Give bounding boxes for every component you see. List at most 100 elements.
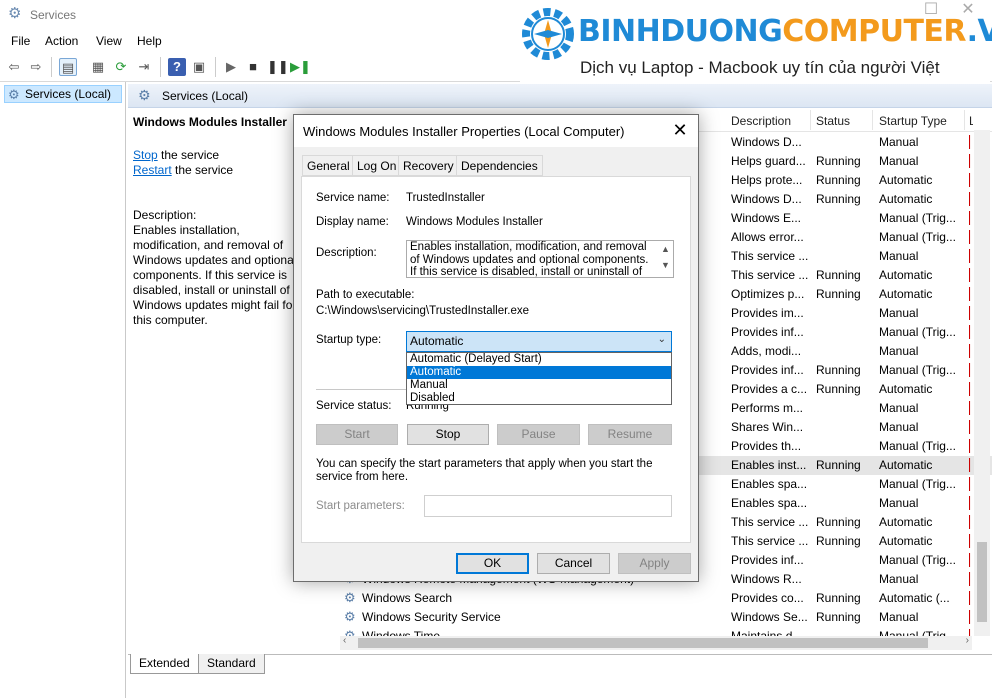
properties-icon[interactable]: ▣	[190, 58, 208, 76]
menu-help[interactable]: Help	[137, 34, 162, 48]
service-description: Helps guard...	[731, 154, 806, 168]
tab-log-on[interactable]: Log On	[352, 155, 402, 176]
service-description: Allows error...	[731, 230, 804, 244]
properties-sheet-icon[interactable]: ▦	[89, 58, 107, 76]
log-on-edge: ▏	[969, 154, 973, 168]
service-startup-type: Manual (Trig...	[879, 363, 956, 377]
start-service-icon[interactable]: ▶	[222, 58, 240, 76]
service-status: Running	[816, 173, 861, 187]
resume-button[interactable]: Resume	[588, 424, 672, 445]
service-description: Adds, modi...	[731, 344, 802, 358]
service-description: This service ...	[731, 249, 809, 263]
option-automatic-delayed[interactable]: Automatic (Delayed Start)	[407, 353, 671, 366]
logo-tagline: Dịch vụ Laptop - Macbook uy tín của ngườ…	[580, 58, 940, 77]
description-textbox[interactable]: Enables installation, modification, and …	[406, 240, 674, 278]
tab-extended[interactable]: Extended	[130, 654, 199, 674]
dialog-close-icon[interactable]: ✕	[670, 120, 690, 141]
pause-service-icon[interactable]: ❚❚	[267, 58, 289, 76]
restart-action: Restart the service	[133, 163, 234, 177]
start-button[interactable]: Start	[316, 424, 398, 445]
column-log-on-as[interactable]: L	[969, 114, 973, 128]
column-status[interactable]: Status	[816, 114, 850, 128]
console-tree: ⚙ Services (Local)	[0, 82, 126, 698]
service-startup-type: Automatic (...	[879, 591, 950, 605]
service-startup-type: Automatic	[879, 192, 933, 206]
description-text: Enables installation, modification, and …	[133, 223, 297, 327]
gear-compass-logo-icon	[522, 8, 574, 60]
back-arrow-icon[interactable]: ⇦	[5, 58, 23, 76]
service-startup-type: Manual (Trig...	[879, 439, 956, 453]
ok-button[interactable]: OK	[456, 553, 529, 574]
log-on-edge: ▏	[969, 496, 973, 510]
tab-recovery[interactable]: Recovery	[398, 155, 459, 176]
horizontal-scroll-thumb[interactable]	[358, 638, 928, 648]
log-on-edge: ▏	[969, 344, 973, 358]
log-on-edge: ▏	[969, 230, 973, 244]
properties-dialog: Windows Modules Installer Properties (Lo…	[293, 114, 699, 582]
menu-file[interactable]: File	[11, 34, 30, 48]
column-description[interactable]: Description	[731, 114, 791, 128]
horizontal-scrollbar[interactable]: ‹ ›	[340, 635, 972, 650]
window-title: Services	[30, 8, 77, 22]
scroll-left-icon[interactable]: ‹	[343, 635, 346, 646]
stop-button[interactable]: Stop	[407, 424, 489, 445]
service-description: Provides inf...	[731, 363, 804, 377]
service-name-value: TrustedInstaller	[406, 192, 485, 204]
show-tree-icon[interactable]: ▤	[59, 58, 77, 76]
stop-service-icon[interactable]: ■	[244, 58, 262, 76]
cancel-button[interactable]: Cancel	[537, 553, 610, 574]
service-status: Running	[816, 458, 861, 472]
column-startup-type[interactable]: Startup Type	[879, 114, 947, 128]
menu-view[interactable]: View	[96, 34, 122, 48]
option-automatic[interactable]: Automatic	[407, 366, 671, 379]
description-label: Description:	[133, 208, 197, 222]
log-on-edge: ▏	[969, 439, 973, 453]
service-startup-type: Manual	[879, 154, 919, 168]
service-startup-type: Manual	[879, 496, 919, 510]
service-description: Shares Win...	[731, 420, 804, 434]
pause-button[interactable]: Pause	[497, 424, 580, 445]
maximize-button[interactable]: ☐	[921, 0, 941, 20]
tree-item-services-local[interactable]: ⚙ Services (Local)	[4, 85, 122, 103]
tab-general[interactable]: General	[302, 155, 355, 176]
service-status: Running	[816, 268, 861, 282]
option-manual[interactable]: Manual	[407, 379, 671, 392]
vertical-scrollbar[interactable]	[974, 130, 990, 636]
menu-action[interactable]: Action	[45, 34, 78, 48]
close-window-button[interactable]: ✕	[958, 0, 978, 20]
service-description: Provides inf...	[731, 325, 804, 339]
start-params-input[interactable]	[424, 495, 672, 517]
log-on-edge: ▏	[969, 420, 973, 434]
service-description: Enables inst...	[731, 458, 807, 472]
service-description: Windows Se...	[731, 610, 808, 624]
log-on-edge: ▏	[969, 572, 973, 586]
option-disabled[interactable]: Disabled	[407, 392, 671, 405]
tab-dependencies[interactable]: Dependencies	[456, 155, 543, 176]
help-icon[interactable]: ?	[168, 58, 186, 76]
export-list-icon[interactable]: ⇥	[135, 58, 153, 76]
apply-button[interactable]: Apply	[618, 553, 691, 574]
startup-type-select[interactable]: Automatic ⌄	[406, 331, 672, 352]
restart-service-link[interactable]: Restart	[133, 163, 172, 177]
forward-arrow-icon[interactable]: ⇨	[27, 58, 45, 76]
restart-service-icon[interactable]: ▶❚	[290, 58, 311, 76]
log-on-edge: ▏	[969, 553, 973, 567]
service-status: Running	[816, 591, 861, 605]
service-startup-type: Manual	[879, 572, 919, 586]
description-label: Description:	[316, 247, 377, 259]
table-row[interactable]: ⚙ Windows Search Provides co... Running Auto…	[330, 589, 992, 608]
start-params-label: Start parameters:	[316, 500, 405, 512]
service-status: Running	[816, 534, 861, 548]
logo-banner: BINHDUONGCOMPUTER.VN Dịch vụ Laptop - Ma…	[520, 6, 992, 82]
path-label: Path to executable:	[316, 289, 415, 301]
log-on-edge: ▏	[969, 363, 973, 377]
service-status-label: Service status:	[316, 400, 392, 412]
vertical-scroll-thumb[interactable]	[977, 542, 987, 622]
scroll-right-icon[interactable]: ›	[966, 635, 969, 646]
tab-standard[interactable]: Standard	[198, 654, 265, 674]
stop-service-link[interactable]: Stop	[133, 148, 158, 162]
description-scrollbar[interactable]: ▲ ▼	[658, 241, 673, 277]
refresh-icon[interactable]: ⟳	[112, 58, 130, 76]
table-row[interactable]: ⚙ Windows Security Service Windows Se... Ru…	[330, 608, 992, 627]
service-status: Running	[816, 287, 861, 301]
